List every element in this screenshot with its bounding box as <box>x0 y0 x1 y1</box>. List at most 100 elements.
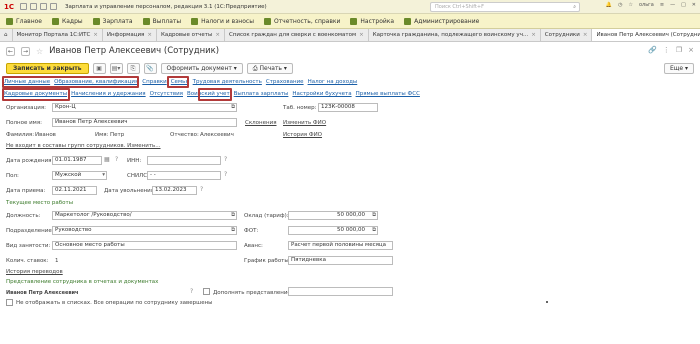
link-labor-activity[interactable]: Трудовая деятельность <box>193 79 262 85</box>
section-admin[interactable]: Администрирование <box>404 17 479 25</box>
link-references[interactable]: Справки <box>142 79 166 85</box>
tab-number-field[interactable]: 12ЗК-00008 <box>318 103 378 112</box>
link-salary-payment[interactable]: Выплата зарплаты <box>234 91 289 97</box>
calendar-icon[interactable]: ▦ <box>104 156 110 163</box>
section-taxes[interactable]: Налоги и взносы <box>191 17 254 25</box>
home-tab[interactable]: ⌂ <box>0 29 13 41</box>
attach-icon[interactable]: 📎 <box>143 63 157 74</box>
tab-hr-reports[interactable]: Кадровые отчеты × <box>156 29 225 41</box>
open-icon[interactable]: ⧉ <box>372 212 376 219</box>
tab-military-list[interactable]: Список граждан для сверки с военкоматом × <box>224 29 369 41</box>
save-and-close-button[interactable]: Записать и закрыть <box>6 63 89 74</box>
dismissal-date-label: Дата увольнения: <box>104 188 156 194</box>
more-options-icon[interactable]: ⋮ <box>663 46 670 54</box>
menu-icon[interactable] <box>20 3 27 10</box>
print-button[interactable]: ⎙ Печать ▾ <box>246 63 293 74</box>
close-tab-icon[interactable]: × <box>531 29 536 41</box>
hide-in-lists-checkbox[interactable] <box>6 299 13 306</box>
restore-icon[interactable]: ❐ <box>676 46 682 54</box>
tab-info[interactable]: Информация × <box>102 29 157 41</box>
close-tab-icon[interactable]: × <box>147 29 152 41</box>
history-icon[interactable] <box>50 3 57 10</box>
open-tabs-bar: ⌂ Монитор Портала 1С:ИТС × Информация × Ка… <box>0 29 700 42</box>
section-main[interactable]: Главное <box>6 17 42 25</box>
link-absences[interactable]: Отсутствия <box>150 91 183 97</box>
history-fio-link[interactable]: История ФИО <box>283 132 322 138</box>
report-dropdown-icon[interactable]: ▤▾ <box>109 63 123 74</box>
tab-its-monitor[interactable]: Монитор Портала 1С:ИТС × <box>12 29 103 41</box>
close-tab-icon[interactable]: × <box>93 29 98 41</box>
chevron-down-icon[interactable]: ▾ <box>102 172 105 179</box>
close-tab-icon[interactable]: × <box>583 29 588 41</box>
organization-field[interactable]: Крон-Ц ⧉ <box>52 103 237 112</box>
open-icon[interactable]: ⧉ <box>231 227 235 234</box>
section-salary[interactable]: Зарплата <box>92 17 133 25</box>
section-hr[interactable]: Кадры <box>52 17 83 25</box>
notifications-icon[interactable]: 🔔 <box>606 2 612 8</box>
link-insurance[interactable]: Страхование <box>266 79 304 85</box>
inn-field[interactable] <box>147 156 221 165</box>
minimize-icon[interactable]: — <box>670 2 675 8</box>
section-reports[interactable]: Отчетность, справки <box>263 17 340 25</box>
link-fss-payments[interactable]: Прямые выплаты ФСС <box>356 91 420 97</box>
search-icon[interactable]: ⌕ <box>573 3 576 11</box>
help-icon[interactable]: ? <box>224 171 227 178</box>
tab-employee-card[interactable]: Иванов Петр Алексеевич (Сотрудник)× <box>592 29 700 41</box>
employment-field: Основное место работы <box>52 241 237 250</box>
open-icon[interactable]: ⧉ <box>231 212 235 219</box>
maximize-icon[interactable]: □ <box>681 2 686 8</box>
link-accounting-settings[interactable]: Настройки бухучета <box>292 91 351 97</box>
tab-employees[interactable]: Сотрудники × <box>540 29 593 41</box>
name-label: Имя: <box>95 132 109 138</box>
link-military-registration[interactable]: Воинский учет <box>187 91 230 97</box>
birth-date-field[interactable]: 01.01.1987 <box>52 156 102 165</box>
link-hr-documents[interactable]: Кадровые документы <box>4 91 67 97</box>
back-button[interactable]: ← <box>6 46 15 56</box>
format-document-button[interactable]: Оформить документ ▾ <box>160 63 243 74</box>
help-icon[interactable]: ? <box>190 288 193 295</box>
favorite-star-icon[interactable]: ☆ <box>36 47 43 56</box>
transfers-history-link[interactable]: История переводов <box>6 269 63 275</box>
section-icon <box>191 17 199 25</box>
open-icon[interactable]: ⧉ <box>231 104 235 111</box>
more-button[interactable]: Еще ▾ <box>663 63 694 74</box>
help-icon[interactable]: ? <box>224 156 227 163</box>
open-icon[interactable]: ⧉ <box>372 227 376 234</box>
close-window-icon[interactable]: ✕ <box>692 2 696 8</box>
change-fio-link[interactable]: Изменить ФИО <box>283 120 326 126</box>
link-education[interactable]: Образование, квалификация <box>54 79 138 85</box>
history-clock-icon[interactable]: ◷ <box>618 2 622 8</box>
calendar-icon[interactable] <box>30 3 37 10</box>
settings-icon[interactable]: ≡ <box>660 2 664 8</box>
section-settings[interactable]: Настройка <box>350 17 394 25</box>
user-name[interactable]: ольга <box>639 2 654 8</box>
tab-military-card[interactable]: Карточка гражданина, подлежащего воинско… <box>368 29 541 41</box>
link-personal-data[interactable]: Личные данные <box>4 79 50 85</box>
copy-icon[interactable]: ⎘ <box>126 63 140 74</box>
fullname-field[interactable]: Иванов Петр Алексеевич <box>52 118 237 127</box>
link-family[interactable]: Семья <box>171 79 189 85</box>
close-tab-icon[interactable]: × <box>215 29 220 41</box>
favorites-star-icon[interactable]: ☆ <box>628 2 632 8</box>
save-icon[interactable]: ▣ <box>92 63 106 74</box>
snils-field[interactable]: - - <box>147 171 221 180</box>
representation-field[interactable] <box>288 287 393 296</box>
close-tab-icon[interactable]: × <box>359 29 364 41</box>
forward-button[interactable]: → <box>21 46 30 56</box>
employee-groups-link[interactable]: Не входит в составы групп сотрудников. И… <box>6 143 161 149</box>
birth-date-label: Дата рождения: <box>6 158 54 164</box>
help-icon[interactable]: ? <box>115 156 118 163</box>
gender-select[interactable]: Мужской ▾ <box>52 171 107 180</box>
cursor-dot <box>546 301 548 303</box>
link-accruals[interactable]: Начисления и удержания <box>71 91 146 97</box>
link-income-tax[interactable]: Налог на доходы <box>308 79 358 85</box>
close-form-icon[interactable]: × <box>688 46 694 54</box>
bell-icon[interactable] <box>40 3 47 10</box>
schedule-field: Пятидневка <box>288 256 393 265</box>
help-icon[interactable]: ? <box>200 186 203 193</box>
declension-link[interactable]: Склонения <box>245 120 277 126</box>
clarify-representation-checkbox[interactable] <box>203 288 210 295</box>
section-payments[interactable]: Выплаты <box>142 17 181 25</box>
global-search-input[interactable]: Поиск Ctrl+Shift+F ⌕ <box>430 2 580 12</box>
link-icon[interactable]: 🔗 <box>648 46 657 54</box>
